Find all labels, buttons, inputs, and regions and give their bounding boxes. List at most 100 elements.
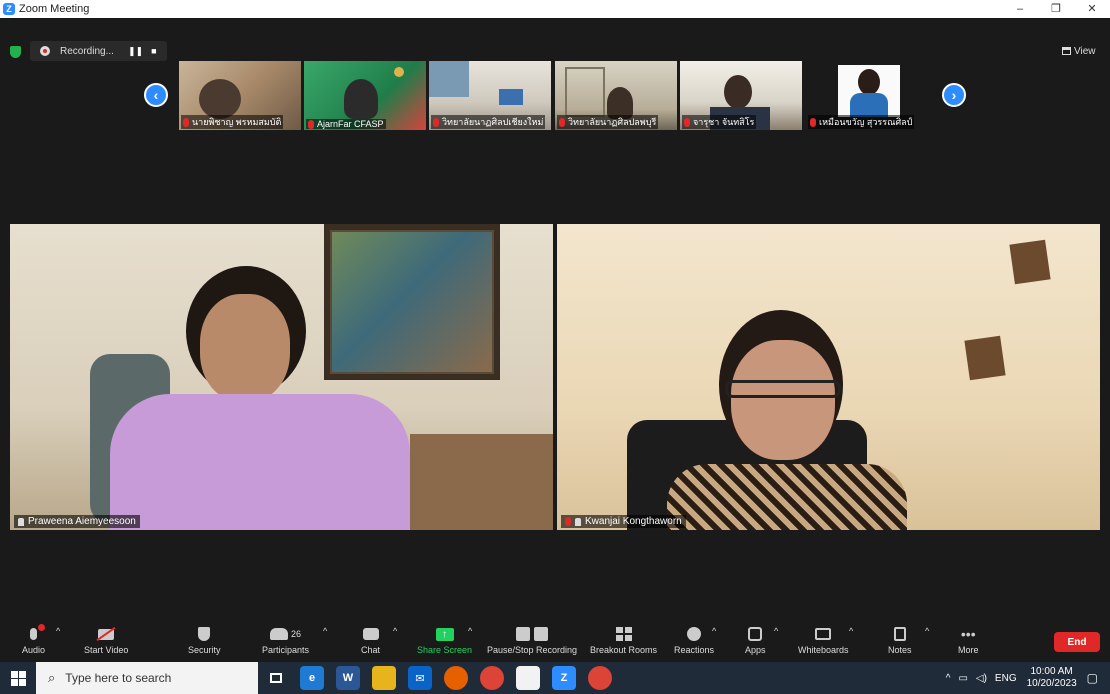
file-explorer-icon[interactable]: [372, 666, 396, 690]
chrome-icon[interactable]: [480, 666, 504, 690]
audio-button[interactable]: Audio: [22, 624, 45, 655]
view-button[interactable]: View: [1062, 43, 1102, 59]
window-controls: – ❐ ✕: [1002, 0, 1110, 18]
volume-icon[interactable]: ◁): [976, 673, 987, 684]
audio-options-caret[interactable]: ^: [56, 626, 60, 636]
start-video-button[interactable]: Start Video: [84, 626, 128, 655]
pin-icon: [575, 517, 581, 526]
windows-logo-icon: [10, 670, 26, 686]
muted-mic-icon: [433, 117, 439, 127]
shield-icon: [195, 626, 213, 642]
start-video-label: Start Video: [84, 645, 129, 655]
participants-label: Participants: [262, 645, 310, 655]
taskbar-search-box[interactable]: ⌕ Type here to search: [36, 662, 258, 694]
more-dots-icon: •••: [960, 626, 976, 642]
notifications-icon[interactable]: ▢: [1087, 671, 1098, 685]
close-button[interactable]: ✕: [1074, 0, 1110, 18]
whiteboards-options-caret[interactable]: ^: [849, 626, 853, 636]
chat-button[interactable]: Chat: [361, 626, 380, 655]
video-tile[interactable]: Kwanjai Kongthaworn: [557, 224, 1100, 530]
participant-name: วิทยาลัยนาฏศิลปลพบุรี: [568, 117, 657, 127]
participant-name: เหมือนขวัญ สุวรรณศิลป์: [819, 117, 913, 127]
minimize-button[interactable]: –: [1002, 0, 1038, 18]
stop-recording-button[interactable]: ■: [151, 46, 156, 56]
whiteboard-icon: [814, 626, 832, 642]
prev-page-button[interactable]: ‹: [144, 83, 168, 107]
meeting-stage: Recording... ❚❚ ■ View ‹ › นายพิชาญ พรหม…: [0, 18, 1110, 624]
end-meeting-button[interactable]: End: [1054, 632, 1100, 652]
view-label: View: [1074, 45, 1096, 57]
document-icon[interactable]: [516, 666, 540, 690]
share-screen-label: Share Screen: [417, 645, 473, 655]
reactions-icon: [685, 626, 703, 642]
notes-button[interactable]: Notes: [888, 626, 912, 655]
participant-thumbnail[interactable]: วิทยาลัยนาฏศิลปเชียงใหม่: [429, 61, 551, 130]
clock[interactable]: 10:00 AM 10/20/2023: [1027, 666, 1077, 690]
share-screen-button[interactable]: ↑ Share Screen: [417, 626, 472, 655]
breakout-rooms-icon: [615, 626, 633, 642]
chrome-profile-icon[interactable]: [588, 666, 612, 690]
system-tray: ^ ▭ ◁) ENG 10:00 AM 10/20/2023 ▢: [946, 662, 1110, 694]
language-indicator[interactable]: ENG: [995, 673, 1017, 684]
more-button[interactable]: ••• More: [958, 626, 979, 655]
zoom-taskbar-icon[interactable]: Z: [552, 666, 576, 690]
search-placeholder: Type here to search: [65, 671, 172, 685]
zoom-logo-icon: Z: [3, 3, 15, 15]
share-options-caret[interactable]: ^: [468, 626, 472, 636]
reactions-options-caret[interactable]: ^: [712, 626, 716, 636]
windows-start-button[interactable]: [0, 662, 36, 694]
pause-stop-icon: [514, 626, 550, 642]
breakout-rooms-button[interactable]: Breakout Rooms: [590, 626, 657, 655]
security-button[interactable]: Security: [188, 626, 221, 655]
participant-name-tag: Kwanjai Kongthaworn: [561, 515, 686, 528]
notes-icon: [891, 626, 909, 642]
network-icon[interactable]: ▭: [958, 673, 967, 684]
participants-count: 26: [291, 629, 302, 639]
muted-mic-icon: [559, 117, 565, 127]
pause-stop-recording-button[interactable]: Pause/Stop Recording: [487, 626, 577, 655]
apps-button[interactable]: Apps: [745, 626, 766, 655]
apps-label: Apps: [745, 645, 766, 655]
recording-indicator: Recording... ❚❚ ■: [30, 41, 167, 61]
participant-name: Praweena Aiemyeesoon: [28, 516, 136, 527]
next-page-button[interactable]: ›: [942, 83, 966, 107]
participant-name-tag: เหมือนขวัญ สุวรรณศิลป์: [808, 115, 915, 129]
notes-options-caret[interactable]: ^: [925, 626, 929, 636]
participant-name: Kwanjai Kongthaworn: [585, 516, 682, 527]
whiteboards-button[interactable]: Whiteboards: [798, 626, 849, 655]
task-view-icon[interactable]: [264, 666, 288, 690]
video-tile[interactable]: Praweena Aiemyeesoon: [10, 224, 553, 530]
muted-mic-icon: [684, 117, 690, 127]
firefox-icon[interactable]: [444, 666, 468, 690]
muted-mic-icon: [565, 517, 571, 526]
mail-icon[interactable]: ✉: [408, 666, 432, 690]
participant-thumbnail[interactable]: เหมือนขวัญ สุวรรณศิลป์: [806, 61, 928, 130]
participant-thumbnail[interactable]: AjarnFar CFASP: [304, 61, 426, 130]
apps-options-caret[interactable]: ^: [774, 626, 778, 636]
participants-options-caret[interactable]: ^: [323, 626, 327, 636]
video-off-icon: [96, 626, 116, 642]
window-title: Zoom Meeting: [19, 3, 90, 15]
edge-browser-icon[interactable]: e: [300, 666, 324, 690]
microphone-icon: [25, 624, 45, 642]
participant-thumbnail[interactable]: นายพิชาญ พรหมสมบัติ: [179, 61, 301, 130]
pause-recording-button[interactable]: ❚❚: [128, 46, 143, 57]
participants-button[interactable]: 26 Participants: [262, 626, 309, 655]
encryption-shield-icon[interactable]: [10, 46, 21, 58]
breakout-rooms-label: Breakout Rooms: [590, 645, 658, 655]
chat-options-caret[interactable]: ^: [393, 626, 397, 636]
participant-name-tag: วิทยาลัยนาฏศิลปเชียงใหม่: [431, 115, 546, 129]
word-icon[interactable]: W: [336, 666, 360, 690]
muted-mic-icon: [183, 117, 189, 127]
chat-label: Chat: [361, 645, 381, 655]
tray-overflow-icon[interactable]: ^: [946, 673, 951, 684]
reactions-button[interactable]: Reactions: [674, 626, 714, 655]
restore-button[interactable]: ❐: [1038, 0, 1074, 18]
participant-thumbnail[interactable]: วิทยาลัยนาฏศิลปลพบุรี: [555, 61, 677, 130]
muted-mic-icon: [308, 119, 314, 129]
participant-thumbnail[interactable]: จารุชา จันทสิโร: [680, 61, 802, 130]
title-bar: Z Zoom Meeting – ❐ ✕: [0, 0, 1110, 18]
participant-name-tag: จารุชา จันทสิโร: [682, 115, 757, 129]
notes-label: Notes: [888, 645, 912, 655]
participant-name: จารุชา จันทสิโร: [693, 117, 755, 127]
